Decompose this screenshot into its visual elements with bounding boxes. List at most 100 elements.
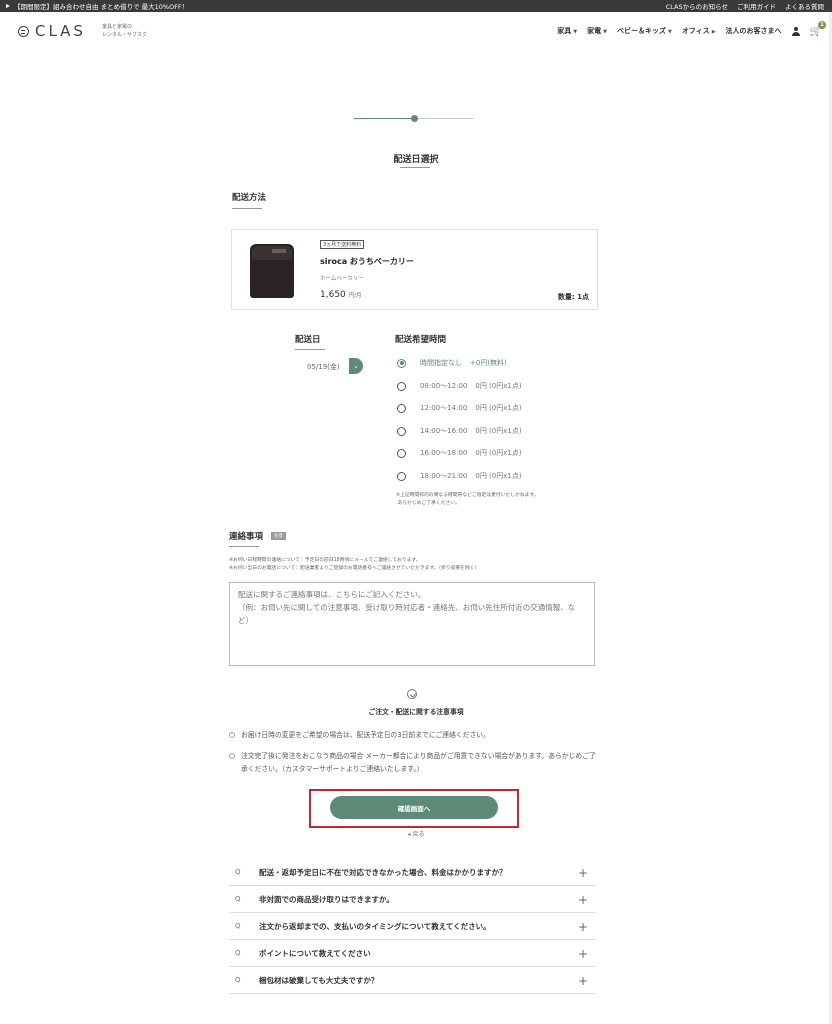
faq-question: 注文から返却までの、支払いのタイミングについて教えてください。: [259, 921, 491, 931]
play-icon: [6, 4, 10, 8]
logo-text: CLAS: [35, 22, 86, 40]
promo-bar[interactable]: 【期間限定】組み合わせ自由 まとめ借りで 最大10%OFF！ CLASからのお知…: [0, 0, 832, 12]
faq-q-label: Q: [235, 868, 241, 876]
notice-text: 注文完了後に発注をおこなう商品の場合 メーカー都合により商品がご用意できない場合…: [241, 752, 596, 773]
news-link[interactable]: CLASからのお知らせ: [666, 1, 728, 11]
time-slot-option[interactable]: 08:00～12:00 0円 (0円x1点): [397, 381, 522, 391]
step-progress: [354, 115, 474, 122]
user-icon[interactable]: [791, 26, 800, 36]
bullet-icon: [229, 732, 235, 738]
radio[interactable]: [397, 471, 406, 481]
slot-time: 時間指定なし: [420, 359, 462, 367]
radio[interactable]: [397, 426, 406, 436]
shipping-badge: 3ヵ月で送料無料: [320, 240, 365, 249]
guide-link[interactable]: ご利用ガイド: [737, 1, 776, 11]
radio-selected[interactable]: [397, 358, 406, 368]
slot-price: 0円 (0円x1点): [475, 472, 522, 480]
nav-office[interactable]: オフィス ▶: [682, 26, 716, 36]
logo-tagline: 家具と家電の レンタル・サブスク: [102, 23, 147, 39]
faq-item[interactable]: Q 非対面での商品受け取りはできますか。 +: [229, 886, 596, 913]
progress-dot: [411, 115, 418, 122]
product-category: ホームベーカリー: [320, 276, 364, 282]
back-link[interactable]: ◂ 戻る: [0, 829, 832, 838]
plus-icon[interactable]: +: [578, 920, 588, 934]
tagline-line-1: 家具と家電の: [101, 24, 132, 30]
faq-question: 梱包材は破棄しても大丈夫ですか？: [259, 975, 379, 985]
faq-question: ポイントについて教えてください: [259, 948, 371, 958]
logo[interactable]: CLAS 家具と家電の レンタル・サブスク: [18, 22, 147, 40]
product-image: [246, 240, 300, 300]
radio[interactable]: [397, 381, 406, 391]
slot-price: 0円 (0円x1点): [475, 427, 522, 435]
time-slot-option[interactable]: 時間指定なし +0円(無料): [397, 358, 507, 368]
faq-question: 非対面での商品受け取りはできますか。: [259, 894, 394, 904]
contact-textarea[interactable]: [229, 582, 595, 666]
slot-time: 08:00～12:00: [420, 382, 468, 390]
clas-logo-icon: [18, 25, 29, 37]
nav-business[interactable]: 法人のお客さまへ: [726, 26, 782, 36]
faq-item[interactable]: Q 配送・返却予定日に不在で対応できなかった場合、料金はかかりますか？ +: [229, 859, 596, 886]
nav-label: 家電: [587, 27, 602, 35]
note-line-2: あらかじめご了承ください。: [397, 501, 460, 506]
delivery-time-title: 配送希望時間: [395, 335, 447, 345]
slot-price: +0円(無料): [470, 359, 507, 367]
faq-item[interactable]: Q ポイントについて教えてください +: [229, 940, 596, 967]
time-slot-option[interactable]: 18:00～21:00 0円 (0円x1点): [397, 471, 522, 481]
time-slot-option[interactable]: 14:00～16:00 0円 (0円x1点): [397, 426, 522, 436]
confirm-button[interactable]: 確認画面へ: [330, 796, 498, 819]
plus-icon[interactable]: +: [578, 866, 588, 880]
contact-title: 連絡事項: [229, 532, 264, 542]
optional-badge: 任意: [271, 532, 286, 540]
site-header: CLAS 家具と家電の レンタル・サブスク 家具 ▼ 家電 ▼ ベビー＆キッズ ▼ オ…: [0, 12, 832, 50]
faq-question: 配送・返却予定日に不在で対応できなかった場合、料金はかかりますか？: [259, 867, 507, 877]
slot-time: 14:00～16:00: [420, 427, 468, 435]
faq-item[interactable]: Q 梱包材は破棄しても大丈夫ですか？ +: [229, 967, 596, 994]
time-slot-option[interactable]: 12:00～14:00 0円 (0円x1点): [397, 403, 522, 413]
progress-fill: [354, 118, 414, 119]
contact-note-2: ※お伺い当日のお電話について：配送業者よりご登録のお電話番号へご連絡させていただ…: [229, 566, 480, 571]
slot-time: 18:00～21:00: [420, 472, 468, 480]
tagline-line-2: レンタル・サブスク: [101, 32, 147, 38]
radio[interactable]: [397, 448, 406, 458]
nav-label: オフィス: [681, 27, 710, 35]
delivery-date-value[interactable]: 05/19(金): [307, 362, 340, 372]
faq-q-label: Q: [235, 922, 241, 930]
nav-baby-kids[interactable]: ベビー＆キッズ ▼: [617, 26, 672, 36]
chevron-down-icon: ▼: [667, 29, 672, 35]
time-slot-note: ※上記時間枠内の異なる時間帯などご指定は受付いたしかねます。 あらかじめご了承く…: [396, 492, 556, 508]
plus-icon[interactable]: +: [578, 974, 588, 988]
product-card: 3ヵ月で送料無料 siroca おうちベーカリー ホームベーカリー 1,650 …: [231, 229, 598, 310]
nav-label: ベビー＆キッズ: [616, 27, 666, 35]
faq-q-label: Q: [235, 976, 241, 984]
product-price: 1,650 円/月: [320, 290, 362, 300]
contact-notes: ※お伺い日程時間の連絡について：予定日の前日18時頃にメールでご連絡しております…: [229, 557, 479, 573]
slot-price: 0円 (0円x1点): [475, 449, 522, 457]
date-dropdown-button[interactable]: ⌄: [349, 358, 363, 374]
nav-appliances[interactable]: 家電 ▼: [587, 26, 607, 36]
cart-badge: 1: [818, 20, 826, 29]
slot-price: 0円 (0円x1点): [475, 404, 522, 412]
product-quantity: 数量: 1点: [557, 293, 589, 301]
notice-title: ご注文・配送に関する注意事項: [368, 708, 464, 716]
slot-time: 16:00～18:00: [420, 449, 468, 457]
slot-price: 0円 (0円x1点): [475, 382, 522, 390]
plus-icon[interactable]: +: [578, 947, 588, 961]
faq-q-label: Q: [235, 895, 241, 903]
price-value: 1,650: [320, 290, 346, 300]
slot-time: 12:00～14:00: [420, 404, 468, 412]
section-underline: [232, 208, 262, 209]
faq-list: Q 配送・返却予定日に不在で対応できなかった場合、料金はかかりますか？ + Q 非対面…: [229, 859, 596, 994]
price-unit: 円/月: [348, 293, 362, 299]
time-slot-option[interactable]: 16:00～18:00 0円 (0円x1点): [397, 448, 522, 458]
faq-link[interactable]: よくある質問: [785, 1, 824, 11]
promo-text[interactable]: 【期間限定】組み合わせ自由 まとめ借りで 最大10%OFF！: [14, 1, 188, 11]
contact-note-1: ※お伺い日程時間の連絡について：予定日の前日18時頃にメールでご連絡しております…: [229, 558, 421, 563]
plus-icon[interactable]: +: [578, 893, 588, 907]
faq-item[interactable]: Q 注文から返却までの、支払いのタイミングについて教えてください。 +: [229, 913, 596, 940]
notice-text: お届け日時の変更をご希望の場合は、配送予定日の3日前までにご連絡ください。: [241, 731, 490, 739]
radio[interactable]: [397, 403, 406, 413]
faq-q-label: Q: [235, 949, 241, 957]
cart-icon[interactable]: 🛒 1: [810, 20, 826, 37]
section-underline: [295, 349, 325, 350]
nav-furniture[interactable]: 家具 ▼: [557, 26, 577, 36]
